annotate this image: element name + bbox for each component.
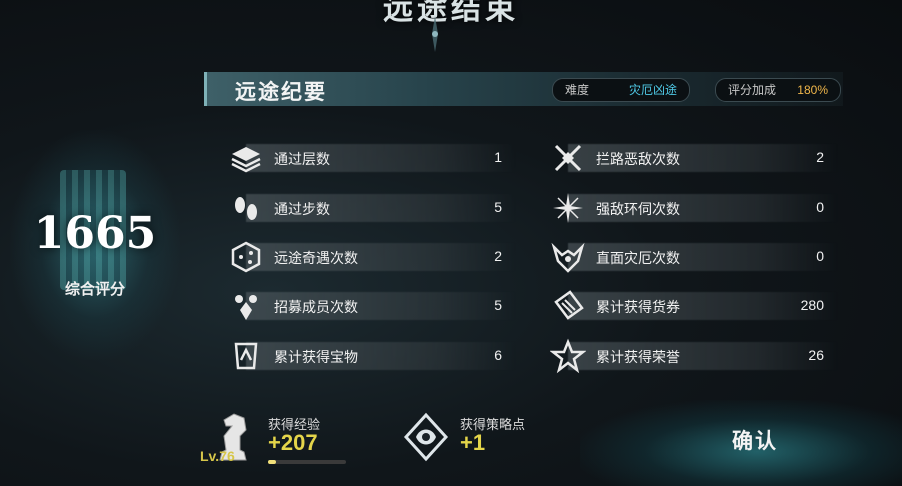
recruit-icon — [235, 295, 257, 320]
summary-header: 远途纪要 难度 灾厄凶途 评分加成 180% — [204, 72, 843, 106]
player-level: Lv.76 — [200, 448, 235, 464]
stat-strong-enemies: 强敌环伺次数 0 — [550, 188, 838, 228]
strategy-point-icon — [403, 412, 449, 462]
difficulty-badge: 难度 灾厄凶途 — [552, 78, 690, 102]
stat-value: 0 — [816, 199, 824, 215]
stat-floors-passed: 通过层数 1 — [228, 138, 516, 178]
stat-calamity-faced: 直面灾厄次数 0 — [550, 237, 838, 277]
demon-horns-icon — [551, 242, 585, 273]
stat-steps-passed: 通过步数 5 — [228, 188, 516, 228]
stat-label: 累计获得荣誉 — [596, 349, 680, 365]
stat-label: 通过步数 — [274, 201, 330, 217]
honor-star-icon — [550, 338, 586, 374]
score-bonus-label: 评分加成 — [728, 83, 777, 97]
stat-honor: 累计获得荣誉 26 — [550, 336, 838, 376]
stat-label: 累计获得货券 — [596, 299, 680, 315]
summary-title: 远途纪要 — [235, 81, 327, 104]
footprints-icon — [235, 197, 257, 220]
score-bonus-value: 180% — [797, 83, 828, 97]
stat-label: 累计获得宝物 — [274, 349, 358, 365]
stat-value: 5 — [494, 297, 502, 313]
stat-value: 26 — [808, 347, 824, 363]
stat-tickets: 累计获得货券 280 — [550, 286, 838, 326]
ornament-icon — [432, 16, 438, 52]
exp-progress-fill — [268, 460, 276, 464]
stat-label: 直面灾厄次数 — [596, 250, 680, 266]
starburst-icon — [553, 193, 583, 223]
stat-label: 拦路恶敌次数 — [596, 151, 680, 167]
score-emblem: 1665 综合评分 — [0, 110, 190, 390]
stat-value: 1 — [494, 149, 502, 165]
score-bonus-badge: 评分加成 180% — [715, 78, 841, 102]
stat-label: 远途奇遇次数 — [274, 250, 358, 266]
strategy-points-value: +1 — [460, 430, 486, 455]
exp-value: +207 — [268, 430, 318, 455]
ticket-icon — [554, 290, 584, 320]
total-score-label: 综合评分 — [64, 281, 125, 298]
stat-label: 招募成员次数 — [274, 299, 358, 315]
difficulty-value: 灾厄凶途 — [628, 83, 677, 97]
stat-value: 0 — [816, 248, 824, 264]
dice-icon — [231, 241, 261, 273]
stat-treasures: 累计获得宝物 6 — [228, 336, 516, 376]
total-score: 1665 — [33, 208, 157, 259]
treasure-icon — [234, 342, 258, 370]
stat-value: 2 — [816, 149, 824, 165]
stat-value: 2 — [494, 248, 502, 264]
stat-label: 强敌环伺次数 — [596, 201, 680, 217]
stat-recruits: 招募成员次数 5 — [228, 286, 516, 326]
exp-progress-bar — [268, 460, 346, 464]
stat-value: 5 — [494, 199, 502, 215]
stat-encounters: 远途奇遇次数 2 — [228, 237, 516, 277]
page-title: 远途结束 — [383, 0, 519, 27]
stat-value: 280 — [800, 297, 824, 313]
stat-value: 6 — [494, 347, 502, 363]
stat-label: 通过层数 — [274, 151, 330, 167]
confirm-button[interactable]: 确认 — [690, 420, 820, 464]
difficulty-label: 难度 — [565, 83, 590, 97]
layers-icon — [231, 147, 261, 173]
crossed-swords-icon — [554, 144, 582, 172]
stat-blocking-enemies: 拦路恶敌次数 2 — [550, 138, 838, 178]
